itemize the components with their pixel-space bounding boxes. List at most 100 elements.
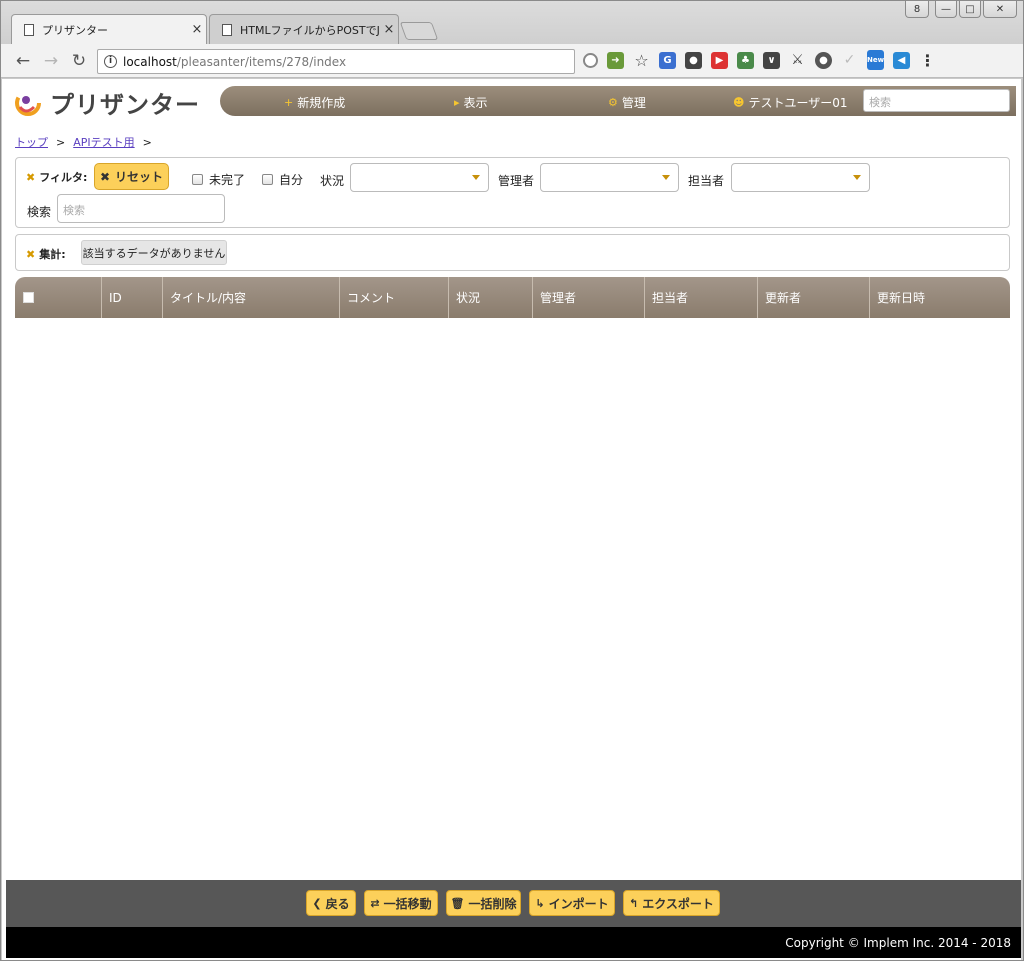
reset-button[interactable]: ✖ リセット	[94, 163, 169, 190]
close-window-button[interactable]: ✕	[983, 1, 1017, 18]
select-all-checkbox[interactable]	[23, 292, 34, 303]
document-icon	[222, 23, 232, 36]
select-all-column[interactable]	[15, 277, 102, 318]
import-button[interactable]: ↳ インポート	[529, 890, 615, 916]
info-icon[interactable]: i	[104, 55, 117, 68]
reset-label: リセット	[115, 170, 164, 184]
breadcrumb-api-test[interactable]: APIテスト用	[73, 134, 134, 150]
filter-label[interactable]: ✖ フィルタ:	[26, 169, 87, 185]
browser-titlebar: プリザンター × HTMLファイルからPOSTでJ × 8 — □ ✕	[1, 1, 1023, 44]
ghost-ext-icon[interactable]: ●	[815, 51, 832, 69]
gear-icon: ⚙	[608, 96, 618, 109]
minimize-button[interactable]: —	[935, 1, 957, 18]
export-label: エクスポート	[642, 896, 714, 911]
bulk-delete-button[interactable]: 🗑 一括削除	[446, 890, 521, 916]
column-header-updated-time[interactable]: 更新日時	[870, 277, 1010, 318]
sync-ext-icon[interactable]: ➜	[607, 51, 624, 69]
incomplete-checkbox[interactable]: 未完了	[192, 171, 245, 188]
window-controls: 8 — □ ✕	[905, 1, 1017, 18]
nav-manage-label: 管理	[621, 96, 646, 110]
keep-icon[interactable]: ●	[685, 51, 702, 69]
page-viewport: プリザンター + 新規作成 ▸ 表示 ⚙ 管理 ☻ テストユーザー01 検索 ト…	[2, 79, 1021, 960]
back-circle-icon: ❮	[312, 896, 322, 910]
nav-new-label: 新規作成	[297, 96, 346, 110]
grid-header: ID タイトル/内容 コメント 状況 管理者 担当者 更新者 更新日時	[15, 277, 1010, 318]
new-tab-button[interactable]	[399, 22, 439, 40]
menu-icon[interactable]: ⋮	[919, 51, 936, 70]
search-label: 検索	[27, 205, 52, 219]
aggregation-label[interactable]: ✖ 集計:	[26, 246, 66, 262]
extension-icons: ➜ ☆ G ● ▶ ♣ ∨ ⚔ ● ✓ New ◀ ⋮	[583, 50, 936, 70]
user-icon: ☻	[733, 96, 745, 109]
pocket-icon[interactable]: ∨	[763, 51, 780, 69]
status-label: 状況	[320, 174, 345, 188]
video-ext-icon[interactable]: ▶	[711, 51, 728, 69]
eyedropper-icon[interactable]: ✓	[841, 52, 858, 69]
document-icon	[24, 23, 34, 36]
breadcrumb-separator: >	[56, 135, 66, 149]
header-search-input[interactable]: 検索	[863, 89, 1010, 112]
url-path: /pleasanter/items/278/index	[176, 54, 347, 69]
swap-arrows-icon: ⇄	[370, 896, 380, 910]
reload-icon[interactable]: ↻	[65, 47, 93, 75]
address-bar[interactable]: i localhost/pleasanter/items/278/index	[97, 49, 575, 74]
nav-new[interactable]: + 新規作成	[284, 94, 345, 111]
plus-icon: +	[284, 96, 294, 109]
import-label: インポート	[548, 896, 609, 911]
block-icon[interactable]	[583, 52, 598, 68]
nav-view-label: 表示	[463, 96, 488, 110]
profile-button[interactable]: 8	[905, 1, 929, 18]
manager-select[interactable]	[540, 163, 679, 192]
triangle-right-icon: ▸	[454, 96, 460, 109]
evernote-icon[interactable]: ♣	[737, 51, 754, 69]
tag-ext-icon[interactable]: ◀	[893, 51, 910, 69]
tab-pleasanter[interactable]: プリザンター ×	[11, 14, 207, 44]
tab-title: HTMLファイルからPOSTでJ	[240, 23, 380, 37]
owner-select[interactable]	[731, 163, 870, 192]
column-header-id[interactable]: ID	[102, 277, 163, 318]
column-header-title[interactable]: タイトル/内容	[163, 277, 340, 318]
bulk-move-button[interactable]: ⇄ 一括移動	[364, 890, 438, 916]
incomplete-label: 未完了	[209, 173, 246, 187]
aggregation-label-text: 集計:	[39, 248, 66, 261]
screenshot-new-icon[interactable]: New	[867, 50, 884, 70]
maximize-button[interactable]: □	[959, 1, 981, 18]
breadcrumb-top[interactable]: トップ	[15, 134, 48, 150]
export-button[interactable]: ↰ エクスポート	[623, 890, 720, 916]
close-x-icon: ✖	[99, 169, 111, 184]
column-header-manager[interactable]: 管理者	[533, 277, 645, 318]
self-checkbox[interactable]: 自分	[262, 171, 303, 188]
browser-window: プリザンター × HTMLファイルからPOSTでJ × 8 — □ ✕ ← → …	[0, 0, 1024, 961]
back-arrow-icon[interactable]: ←	[9, 47, 37, 75]
filter-panel: ✖ フィルタ: ✖ リセット 未完了 自分 状況 管理者 担当者 検索 検索	[15, 157, 1010, 228]
nav-view[interactable]: ▸ 表示	[454, 94, 488, 111]
breadcrumb-separator: >	[142, 135, 152, 149]
tab-title: プリザンター	[42, 23, 108, 37]
shield-ext-icon[interactable]: ⚔	[789, 52, 806, 69]
checkbox-box[interactable]	[192, 174, 203, 185]
close-x-icon: ✖	[26, 247, 36, 261]
nav-user-label: テストユーザー01	[748, 96, 848, 110]
tab-close-icon[interactable]: ×	[188, 22, 206, 37]
app-logo[interactable]: プリザンター	[12, 85, 200, 120]
browser-toolbar: ← → ↻ i localhost/pleasanter/items/278/i…	[1, 44, 1023, 78]
forward-arrow-icon[interactable]: →	[37, 47, 65, 75]
export-arrow-icon: ↰	[629, 896, 639, 910]
column-header-status[interactable]: 状況	[449, 277, 533, 318]
bookmark-star-icon[interactable]: ☆	[633, 51, 650, 70]
column-header-comment[interactable]: コメント	[340, 277, 449, 318]
nav-user[interactable]: ☻ テストユーザー01	[733, 94, 848, 111]
nav-manage[interactable]: ⚙ 管理	[608, 94, 646, 111]
checkbox-box[interactable]	[262, 174, 273, 185]
url-host: localhost	[123, 54, 177, 69]
filter-search-input[interactable]: 検索	[57, 194, 225, 223]
breadcrumb: トップ > APIテスト用 >	[15, 134, 152, 150]
translate-icon[interactable]: G	[659, 51, 676, 69]
column-header-updator[interactable]: 更新者	[758, 277, 870, 318]
column-header-owner[interactable]: 担当者	[645, 277, 758, 318]
status-select[interactable]	[350, 163, 489, 192]
tab-html-post[interactable]: HTMLファイルからPOSTでJ ×	[209, 14, 399, 44]
close-x-icon: ✖	[26, 170, 36, 184]
tab-close-icon[interactable]: ×	[380, 22, 398, 37]
back-button[interactable]: ❮ 戻る	[306, 890, 356, 916]
